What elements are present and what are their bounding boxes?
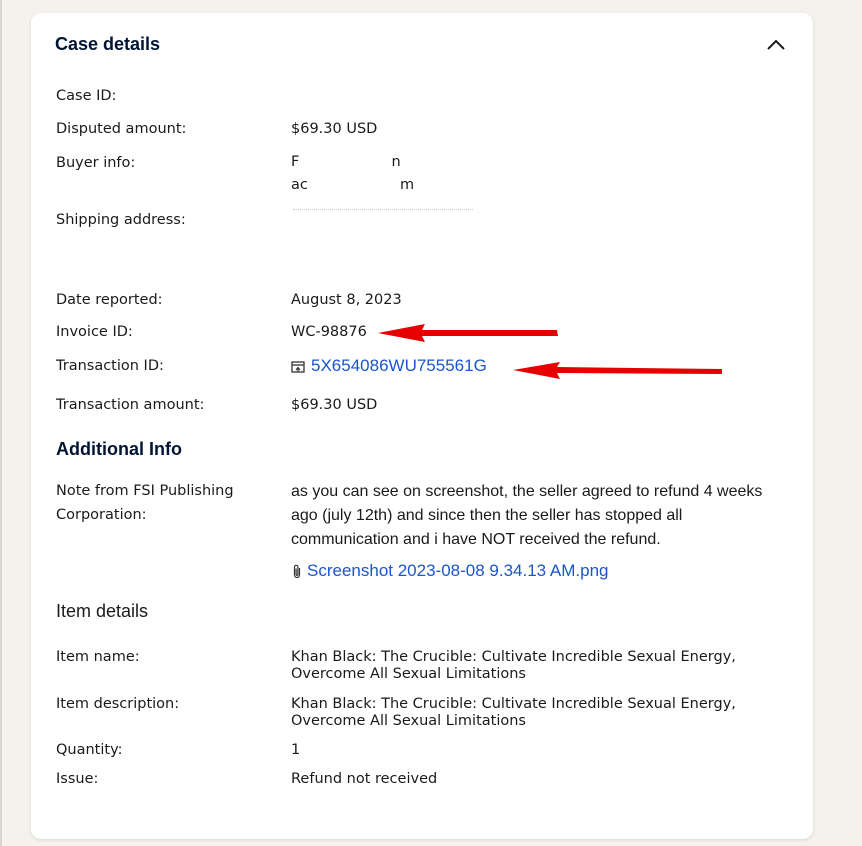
date-reported-label: Date reported: bbox=[56, 292, 163, 308]
item-description-line2: Overcome All Sexual Limitations bbox=[291, 713, 526, 729]
transaction-amount-label: Transaction amount: bbox=[56, 397, 205, 413]
attachment-link[interactable]: Screenshot 2023-08-08 9.34.13 AM.png bbox=[291, 561, 609, 580]
issue-label: Issue: bbox=[56, 771, 99, 787]
quantity-label: Quantity: bbox=[56, 742, 123, 758]
paperclip-icon bbox=[293, 564, 301, 578]
issue-value: Refund not received bbox=[291, 771, 438, 787]
additional-info-heading: Additional Info bbox=[56, 439, 182, 459]
buyer-note-text: as you can see on screenshot, the seller… bbox=[291, 483, 763, 548]
disputed-amount-label: Disputed amount: bbox=[56, 121, 187, 137]
transaction-id-text: 5X654086WU755561G bbox=[311, 356, 487, 375]
collapse-toggle-button[interactable] bbox=[764, 33, 788, 57]
buyer-name-redacted: F n bbox=[291, 154, 401, 170]
item-description-line1: Khan Black: The Crucible: Cultivate Incr… bbox=[291, 696, 736, 712]
chevron-up-icon bbox=[767, 39, 785, 50]
transaction-amount-value: $69.30 USD bbox=[291, 397, 378, 413]
item-name-line1: Khan Black: The Crucible: Cultivate Incr… bbox=[291, 649, 736, 665]
page-edge-divider bbox=[0, 0, 2, 846]
date-reported-value: August 8, 2023 bbox=[291, 292, 402, 308]
case-id-label: Case ID: bbox=[56, 88, 117, 104]
buyer-email-redacted: ac m bbox=[291, 177, 415, 193]
item-description-label: Item description: bbox=[56, 696, 180, 712]
item-details-heading: Item details bbox=[56, 601, 149, 621]
attachment-row: Screenshot 2023-08-08 9.34.13 AM.png bbox=[291, 561, 609, 581]
transaction-id-link[interactable]: 5X654086WU755561G bbox=[291, 356, 487, 375]
invoice-id-label: Invoice ID: bbox=[56, 324, 133, 340]
shipping-address-redacted bbox=[293, 209, 473, 214]
card-title: Case details bbox=[55, 34, 161, 54]
note-label-line1: Note from FSI Publishing bbox=[56, 483, 234, 499]
shipping-address-label: Shipping address: bbox=[56, 212, 186, 228]
transaction-id-label: Transaction ID: bbox=[56, 358, 164, 374]
disputed-amount-value: $69.30 USD bbox=[291, 121, 378, 137]
transaction-id-value-row: 5X654086WU755561G bbox=[291, 357, 487, 376]
item-name-line2: Overcome All Sexual Limitations bbox=[291, 666, 526, 682]
external-link-icon bbox=[291, 360, 305, 373]
attachment-filename: Screenshot 2023-08-08 9.34.13 AM.png bbox=[307, 561, 609, 580]
item-name-label: Item name: bbox=[56, 649, 140, 665]
case-details-card: Case details Case ID: Disputed amount: $… bbox=[31, 13, 813, 839]
buyer-info-label: Buyer info: bbox=[56, 155, 136, 171]
quantity-value: 1 bbox=[291, 742, 301, 758]
invoice-id-value: WC-98876 bbox=[291, 324, 367, 340]
note-label-line2: Corporation: bbox=[56, 507, 147, 523]
